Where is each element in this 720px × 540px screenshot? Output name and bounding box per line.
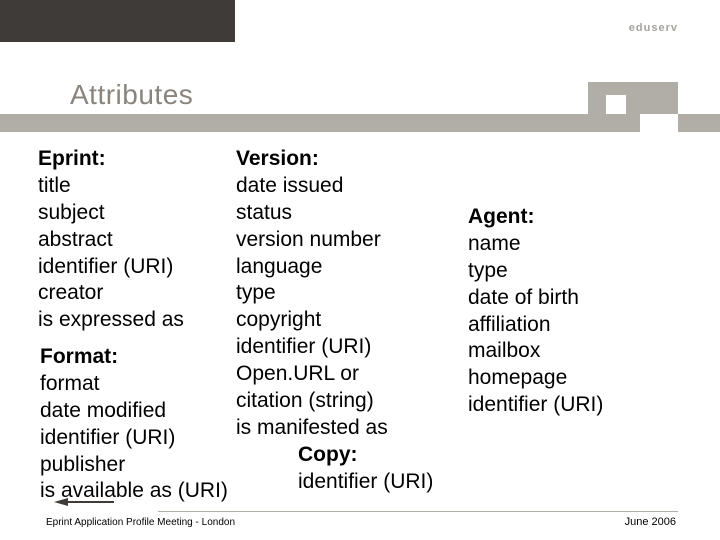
column-format: Format: format date modified identifier … (40, 344, 320, 505)
list-item: identifier (URI) (38, 254, 238, 281)
list-item: identifier (URI) (40, 425, 320, 452)
list-item: date modified (40, 398, 320, 425)
column-copy: Copy: identifier (URI) (298, 442, 548, 496)
list-item: date of birth (468, 285, 678, 312)
list-item: creator (38, 280, 238, 307)
footer: Eprint Application Profile Meeting - Lon… (0, 510, 720, 528)
list-item: publisher (40, 452, 320, 479)
column-agent: Agent: name type date of birth affiliati… (468, 204, 678, 419)
list-item: format (40, 371, 320, 398)
list-item: type (236, 280, 456, 307)
list-item: homepage (468, 365, 678, 392)
list-item: is expressed as (38, 307, 238, 334)
brand-wordmark: eduserv (629, 22, 678, 34)
list-item: abstract (38, 227, 238, 254)
eprint-heading: Eprint: (38, 146, 238, 173)
header-dark-stripe (0, 0, 235, 42)
title-underline-band (0, 114, 720, 132)
list-item: mailbox (468, 338, 678, 365)
copy-heading: Copy: (298, 442, 548, 469)
list-item: type (468, 258, 678, 285)
arrow-left-icon (54, 498, 68, 506)
list-item: language (236, 254, 456, 281)
content-area: Eprint: title subject abstract identifie… (38, 142, 682, 494)
list-item: subject (38, 200, 238, 227)
agent-heading: Agent: (468, 204, 678, 231)
list-item: date issued (236, 173, 456, 200)
list-item: name (468, 231, 678, 258)
footer-left-text: Eprint Application Profile Meeting - Lon… (46, 517, 235, 528)
list-item: copyright (236, 307, 456, 334)
list-item: identifier (URI) (298, 469, 548, 496)
column-eprint: Eprint: title subject abstract identifie… (38, 146, 238, 334)
list-item: version number (236, 227, 456, 254)
version-heading: Version: (236, 146, 456, 173)
list-item: status (236, 200, 456, 227)
list-item: affiliation (468, 312, 678, 339)
list-item: identifier (URI) (468, 392, 678, 419)
page-title: Attributes (70, 79, 193, 111)
footer-divider (158, 511, 678, 512)
list-item: title (38, 173, 238, 200)
format-heading: Format: (40, 344, 320, 371)
footer-right-text: June 2006 (625, 516, 676, 528)
title-row: Attributes (0, 72, 720, 118)
